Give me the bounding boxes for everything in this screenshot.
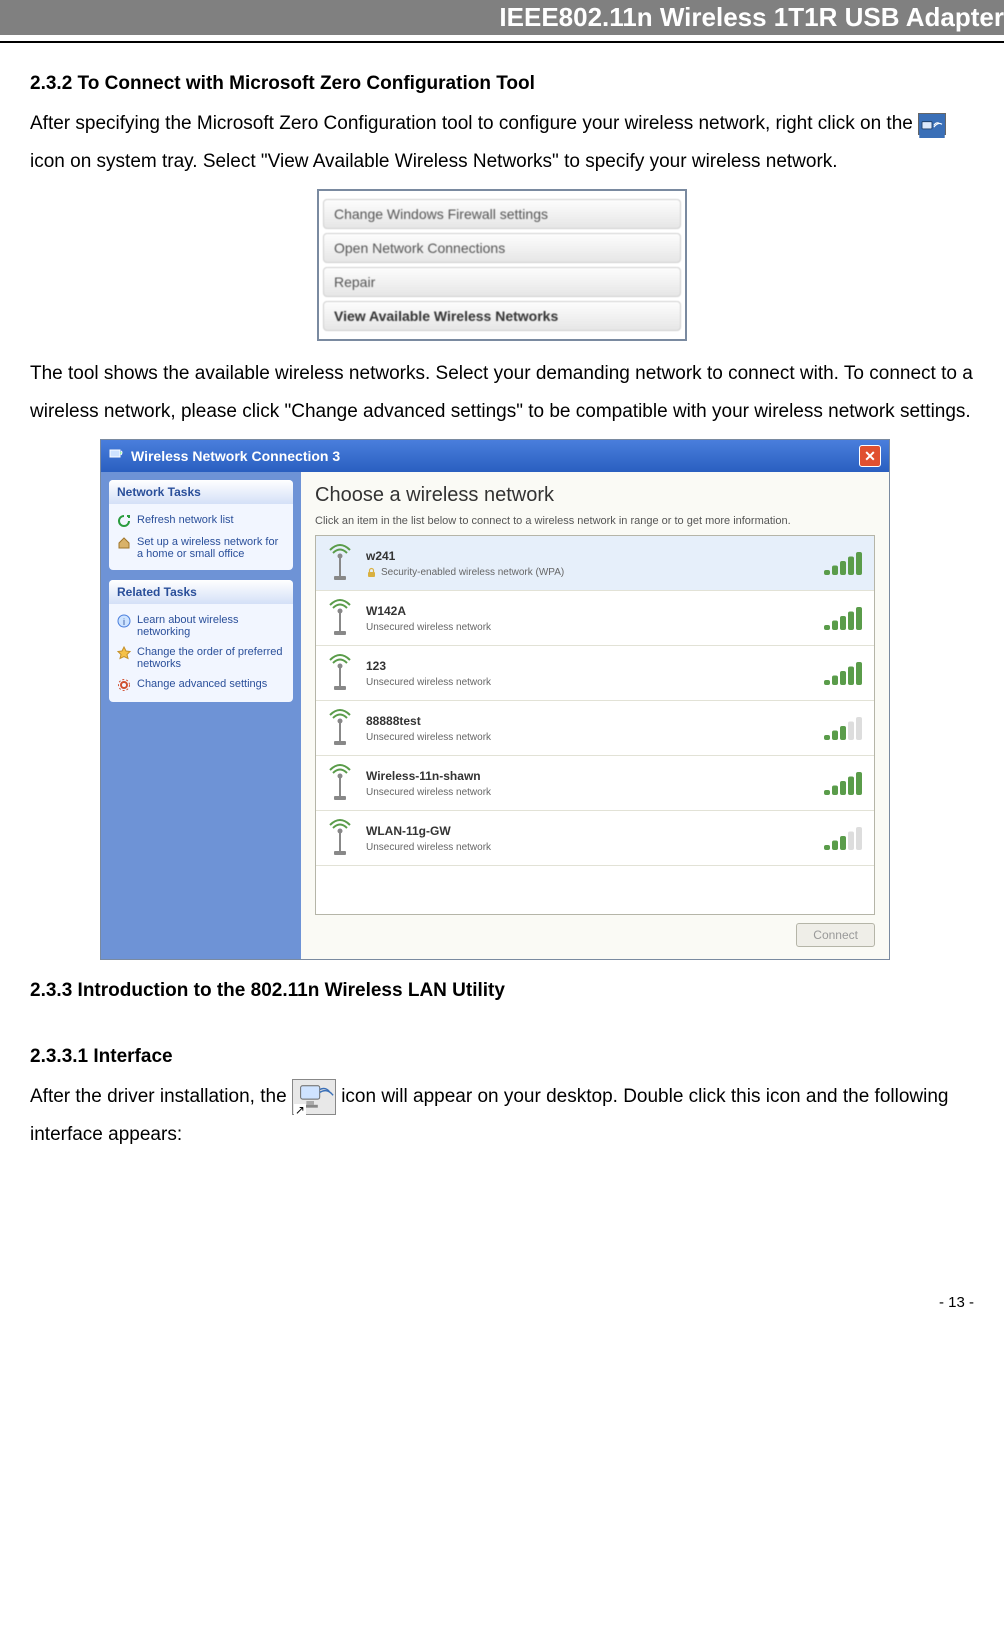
section-heading-233: 2.3.3 Introduction to the 802.11n Wirele…: [30, 980, 974, 1002]
main-subheading: Click an item in the list below to conne…: [315, 515, 875, 527]
network-name: Wireless-11n-shawn: [366, 769, 812, 783]
network-info: w241 Security-enabled wireless network (W…: [366, 549, 812, 578]
network-info: WLAN-11g-GW Unsecured wireless network: [366, 824, 812, 853]
network-name: 123: [366, 659, 812, 673]
home-icon: [117, 536, 131, 550]
section-title-2331: Interface: [88, 1046, 172, 1067]
section-num-2331: 2.3.3.1: [30, 1046, 88, 1067]
network-item[interactable]: WLAN-11g-GW Unsecured wireless network: [316, 811, 874, 866]
network-info: Wireless-11n-shawn Unsecured wireless net…: [366, 769, 812, 798]
connect-button[interactable]: Connect: [796, 923, 875, 947]
link-refresh-label: Refresh network list: [137, 514, 234, 526]
main-panel: Choose a wireless network Click an item …: [301, 472, 889, 959]
network-info: W142A Unsecured wireless network: [366, 604, 812, 633]
network-desc: Unsecured wireless network: [366, 787, 812, 798]
antenna-icon: [324, 817, 356, 859]
lock-icon: [366, 567, 377, 578]
network-name: W142A: [366, 604, 812, 618]
signal-icon: [822, 824, 866, 852]
para-3: After the driver installation, the icon …: [30, 1078, 974, 1154]
star-icon: [117, 646, 131, 660]
gear-icon: [117, 678, 131, 692]
panel-header-2: Related Tasks: [109, 580, 293, 604]
link-advanced[interactable]: Change advanced settings: [117, 674, 285, 696]
network-item[interactable]: 123 Unsecured wireless network: [316, 646, 874, 701]
link-setup[interactable]: Set up a wireless network for a home or …: [117, 532, 285, 564]
network-desc: Security-enabled wireless network (WPA): [366, 567, 812, 578]
network-desc: Unsecured wireless network: [366, 842, 812, 853]
refresh-icon: [117, 514, 131, 528]
header-divider: [0, 41, 1004, 43]
link-order[interactable]: Change the order of preferred networks: [117, 642, 285, 674]
link-advanced-label: Change advanced settings: [137, 678, 267, 690]
para-1b: icon on system tray. Select "View Availa…: [30, 151, 838, 172]
close-button[interactable]: ✕: [859, 445, 881, 467]
antenna-icon: [324, 597, 356, 639]
para-2-text: The tool shows the available wireless ne…: [30, 363, 973, 422]
antenna-icon: [324, 707, 356, 749]
window-icon: [109, 447, 125, 466]
panel-header-1: Network Tasks: [109, 480, 293, 504]
section-num: 2.3.2: [30, 73, 72, 94]
section-title: To Connect with Microsoft Zero Configura…: [72, 73, 535, 94]
section-heading-2331: 2.3.3.1 Interface: [30, 1046, 974, 1068]
antenna-icon: [324, 652, 356, 694]
signal-icon: [822, 604, 866, 632]
antenna-icon: [324, 542, 356, 584]
tray-network-icon: [918, 113, 946, 135]
network-name: WLAN-11g-GW: [366, 824, 812, 838]
section-num-233: 2.3.3: [30, 980, 72, 1001]
signal-icon: [822, 714, 866, 742]
titlebar: Wireless Network Connection 3 ✕: [101, 440, 889, 472]
signal-icon: [822, 769, 866, 797]
network-list[interactable]: w241 Security-enabled wireless network (W…: [315, 535, 875, 915]
link-learn-label: Learn about wireless networking: [137, 614, 285, 638]
panel-network-tasks: Network Tasks Refresh network list Set u…: [109, 480, 293, 570]
ctx-item-view-networks[interactable]: View Available Wireless Networks: [323, 301, 681, 331]
section-title-233: Introduction to the 802.11n Wireless LAN…: [72, 980, 505, 1001]
network-desc: Unsecured wireless network: [366, 622, 812, 633]
panel-related-tasks: Related Tasks i Learn about wireless net…: [109, 580, 293, 702]
network-name: w241: [366, 549, 812, 563]
svg-text:i: i: [123, 617, 125, 627]
network-item[interactable]: w241 Security-enabled wireless network (W…: [316, 536, 874, 591]
ctx-item-repair[interactable]: Repair: [323, 267, 681, 297]
link-order-label: Change the order of preferred networks: [137, 646, 285, 670]
network-desc: Unsecured wireless network: [366, 677, 812, 688]
signal-icon: [822, 659, 866, 687]
window-title: Wireless Network Connection 3: [131, 448, 340, 464]
page-number: - 13 -: [30, 1294, 974, 1311]
desktop-shortcut-icon: [292, 1079, 336, 1115]
link-setup-label: Set up a wireless network for a home or …: [137, 536, 285, 560]
para-3a: After the driver installation, the: [30, 1086, 292, 1107]
para-1a: After specifying the Microsoft Zero Conf…: [30, 113, 918, 134]
main-heading: Choose a wireless network: [315, 484, 875, 507]
info-icon: i: [117, 614, 131, 628]
ctx-item-open-connections[interactable]: Open Network Connections: [323, 233, 681, 263]
page-header: IEEE802.11n Wireless 1T1R USB Adapter: [0, 0, 1004, 35]
network-info: 88888test Unsecured wireless network: [366, 714, 812, 743]
signal-icon: [822, 549, 866, 577]
network-name: 88888test: [366, 714, 812, 728]
link-refresh[interactable]: Refresh network list: [117, 510, 285, 532]
link-learn[interactable]: i Learn about wireless networking: [117, 610, 285, 642]
network-item[interactable]: Wireless-11n-shawn Unsecured wireless net…: [316, 756, 874, 811]
network-item[interactable]: 88888test Unsecured wireless network: [316, 701, 874, 756]
wireless-connection-window: Wireless Network Connection 3 ✕ Network …: [100, 439, 890, 960]
network-info: 123 Unsecured wireless network: [366, 659, 812, 688]
para-2: The tool shows the available wireless ne…: [30, 355, 974, 431]
antenna-icon: [324, 762, 356, 804]
sidebar: Network Tasks Refresh network list Set u…: [101, 472, 301, 959]
network-item[interactable]: W142A Unsecured wireless network: [316, 591, 874, 646]
ctx-item-firewall[interactable]: Change Windows Firewall settings: [323, 199, 681, 229]
context-menu: Change Windows Firewall settings Open Ne…: [317, 189, 687, 341]
network-desc: Unsecured wireless network: [366, 732, 812, 743]
header-title: IEEE802.11n Wireless 1T1R USB Adapter: [499, 2, 1004, 32]
para-1: After specifying the Microsoft Zero Conf…: [30, 105, 974, 181]
section-heading-232: 2.3.2 To Connect with Microsoft Zero Con…: [30, 73, 974, 95]
